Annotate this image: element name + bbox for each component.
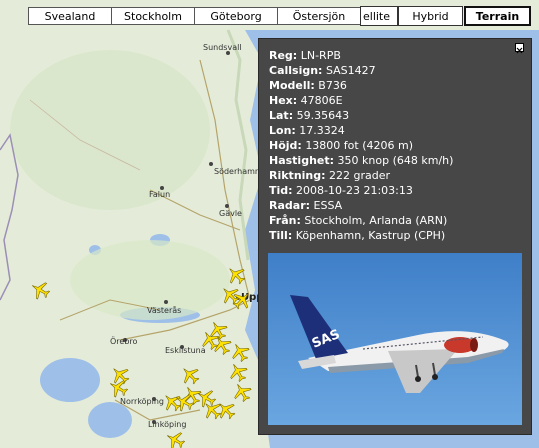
city-label-sundsvall: Sundsvall <box>203 43 242 52</box>
city-label-norrkoping: Norrköping <box>120 397 165 406</box>
info-row-time: Tid: 2008-10-23 21:03:13 <box>269 184 413 197</box>
map-type-terrain-button[interactable]: Terrain <box>464 6 531 26</box>
tab-goteborg[interactable]: Göteborg <box>194 7 278 25</box>
plane-icon[interactable] <box>232 382 252 403</box>
tab-stockholm[interactable]: Stockholm <box>111 7 195 25</box>
tab-ostersjon[interactable]: Östersjön <box>277 7 361 25</box>
flight-info-window: Reg: LN-RPB Callsign: SAS1427 Modell: B7… <box>258 38 532 435</box>
aircraft-photo: SAS <box>268 253 522 425</box>
plane-icon[interactable] <box>174 392 195 412</box>
map-type-satellite-button[interactable]: ellite <box>360 6 398 26</box>
info-row-speed: Hastighet: 350 knop (648 km/h) <box>269 154 454 167</box>
plane-icon[interactable] <box>212 335 232 356</box>
plane-icon[interactable] <box>216 400 236 420</box>
plane-icon[interactable] <box>30 280 51 300</box>
city-label-vasteras: Västerås <box>147 306 182 315</box>
city-label-gavle: Gävle <box>219 209 242 218</box>
plane-icon[interactable] <box>228 362 248 383</box>
info-row-callsign: Callsign: SAS1427 <box>269 64 376 77</box>
city-dot-soderhamn <box>209 162 213 166</box>
info-row-to: Till: Köpenhamn, Kastrup (CPH) <box>269 229 446 242</box>
close-icon[interactable] <box>515 43 524 54</box>
info-row-hex: Hex: 47806E <box>269 94 343 107</box>
info-row-radar: Radar: ESSA <box>269 199 343 212</box>
info-row-altitude: Höjd: 13800 fot (4206 m) <box>269 139 414 152</box>
plane-icon[interactable] <box>108 378 129 398</box>
city-label-linkoping: Linköping <box>148 420 187 429</box>
city-label-soderhamn: Söderhamn <box>214 167 260 176</box>
city-dot-vasteras <box>164 300 168 304</box>
plane-icon[interactable] <box>230 342 250 363</box>
map-type-hybrid-button[interactable]: Hybrid <box>398 6 463 26</box>
info-row-model: Modell: B736 <box>269 79 347 92</box>
plane-icon[interactable] <box>165 430 186 448</box>
plane-icon[interactable] <box>232 290 252 310</box>
info-row-from: Från: Stockholm, Arlanda (ARN) <box>269 214 448 227</box>
info-row-lat: Lat: 59.35643 <box>269 109 350 122</box>
city-label-falun: Falun <box>149 190 171 199</box>
plane-icon[interactable] <box>180 365 200 385</box>
plane-icon[interactable] <box>226 265 246 285</box>
city-label-orebro: Örebro <box>110 337 138 346</box>
info-row-lon: Lon: 17.3324 <box>269 124 345 137</box>
info-row-heading: Riktning: 222 grader <box>269 169 391 182</box>
info-row-reg: Reg: LN-RPB <box>269 49 341 62</box>
city-dot-gavle <box>225 204 229 208</box>
tab-svealand[interactable]: Svealand <box>28 7 112 25</box>
flight-info-rows: Reg: LN-RPB Callsign: SAS1427 Modell: B7… <box>269 48 453 243</box>
